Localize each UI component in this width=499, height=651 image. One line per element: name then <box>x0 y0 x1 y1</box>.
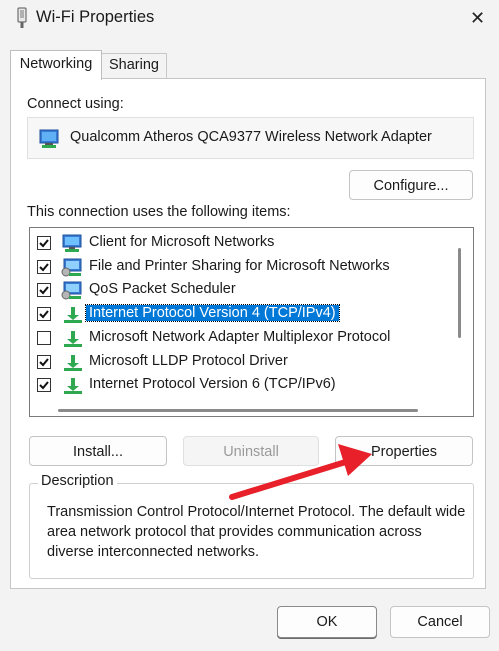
description-text: Transmission Control Protocol/Internet P… <box>47 504 466 560</box>
networking-panel: Connect using: Qualcomm Atheros QCA9377 … <box>10 78 486 589</box>
items-label: This connection uses the following items… <box>27 204 291 220</box>
list-item[interactable]: Client for Microsoft Networks <box>30 232 460 256</box>
cancel-button-label: Cancel <box>417 614 463 630</box>
protocol-icon <box>61 305 85 325</box>
items-list[interactable]: Client for Microsoft Networks File and Pr… <box>29 227 474 417</box>
ok-button-label: OK <box>316 614 338 630</box>
tab-sharing[interactable]: Sharing <box>102 53 167 78</box>
protocol-icon <box>61 376 85 396</box>
uninstall-button: Uninstall <box>183 436 319 466</box>
cancel-button[interactable]: Cancel <box>390 606 490 638</box>
install-button[interactable]: Install... <box>29 436 167 466</box>
item-label: Internet Protocol Version 4 (TCP/IPv4) <box>85 304 340 323</box>
item-checkbox[interactable] <box>37 259 51 274</box>
close-button[interactable]: ✕ <box>456 0 499 36</box>
configure-button[interactable]: Configure... <box>349 170 473 200</box>
network-service-icon <box>61 258 85 278</box>
item-checkbox[interactable] <box>37 283 51 298</box>
tab-sharing-label: Sharing <box>109 57 159 73</box>
ok-button[interactable]: OK <box>277 606 377 638</box>
item-checkbox[interactable] <box>37 330 51 345</box>
list-item[interactable]: Internet Protocol Version 6 (TCP/IPv6) <box>30 374 460 398</box>
list-item[interactable]: Microsoft Network Adapter Multiplexor Pr… <box>30 327 460 351</box>
adapter-name: Qualcomm Atheros QCA9377 Wireless Networ… <box>70 129 432 145</box>
list-item[interactable]: Microsoft LLDP Protocol Driver <box>30 351 460 375</box>
list-item[interactable]: File and Printer Sharing for Microsoft N… <box>30 256 460 280</box>
item-label: Microsoft Network Adapter Multiplexor Pr… <box>89 328 391 345</box>
adapter-display: Qualcomm Atheros QCA9377 Wireless Networ… <box>27 117 474 159</box>
item-label: Microsoft LLDP Protocol Driver <box>89 352 288 369</box>
network-service-icon <box>61 281 85 301</box>
item-label: Client for Microsoft Networks <box>89 234 275 250</box>
uninstall-button-label: Uninstall <box>223 444 279 460</box>
properties-button-label: Properties <box>370 444 438 460</box>
list-item[interactable]: QoS Packet Scheduler <box>30 279 460 303</box>
configure-button-label: Configure... <box>373 178 449 194</box>
connect-using-label: Connect using: <box>27 96 124 112</box>
protocol-icon <box>61 329 85 349</box>
window-title: Wi-Fi Properties <box>36 8 155 26</box>
item-checkbox[interactable] <box>37 307 51 322</box>
item-label: File and Printer Sharing for Microsoft N… <box>89 257 390 274</box>
properties-button[interactable]: Properties <box>335 436 473 466</box>
wifi-adapter-icon <box>14 6 30 30</box>
vertical-scrollbar[interactable] <box>458 248 461 338</box>
item-label: Internet Protocol Version 6 (TCP/IPv6) <box>89 376 336 393</box>
horizontal-scrollbar[interactable] <box>58 409 418 412</box>
list-item[interactable]: Internet Protocol Version 4 (TCP/IPv4) <box>30 303 460 327</box>
description-legend: Description <box>38 473 117 489</box>
tab-networking-label: Networking <box>19 56 93 72</box>
close-icon: ✕ <box>469 7 486 28</box>
item-checkbox[interactable] <box>37 378 51 393</box>
network-adapter-icon <box>38 128 62 150</box>
description-group: Description Transmission Control Protoco… <box>29 473 474 579</box>
network-client-icon <box>61 234 85 254</box>
title-bar: Wi-Fi Properties ✕ <box>0 0 499 38</box>
tab-networking[interactable]: Networking <box>10 50 102 80</box>
protocol-icon <box>61 353 85 373</box>
item-checkbox[interactable] <box>37 354 51 369</box>
item-label: QoS Packet Scheduler <box>89 281 236 298</box>
item-checkbox[interactable] <box>37 236 51 250</box>
install-button-label: Install... <box>73 444 123 460</box>
